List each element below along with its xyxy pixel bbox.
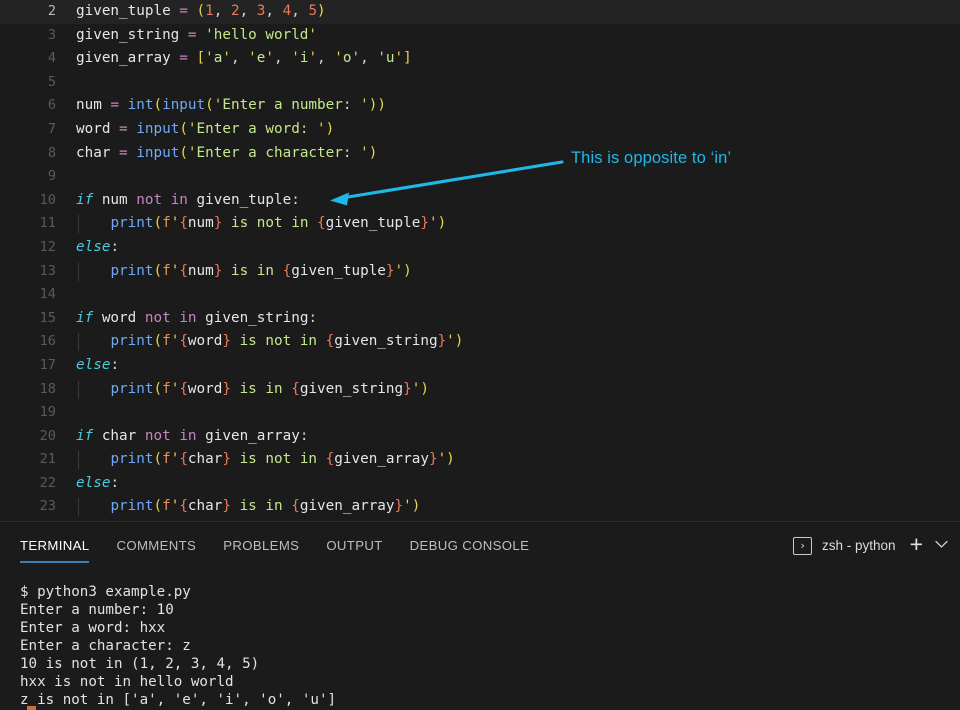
tab-label: TERMINAL <box>20 538 89 553</box>
tab-label: PROBLEMS <box>223 538 299 553</box>
line-number: 19 <box>0 401 56 425</box>
code-line[interactable]: 6 num = int(input('Enter a number: ')) <box>0 94 960 118</box>
line-number: 6 <box>0 94 56 118</box>
code-line[interactable]: 15 if word not in given_string: <box>0 307 960 331</box>
terminal-selector-label[interactable]: zsh - python <box>822 538 896 553</box>
line-number: 2 <box>0 0 56 24</box>
code-text: print(f'{num} is in {given_tuple}') <box>76 260 412 284</box>
code-line[interactable]: 14 <box>0 283 960 307</box>
tab-output[interactable]: OUTPUT <box>326 522 382 569</box>
line-number: 20 <box>0 425 56 449</box>
line-number: 11 <box>0 212 56 236</box>
vscode-window: 2 given_tuple = (1, 2, 3, 4, 5) 3 given_str… <box>0 0 960 709</box>
code-line[interactable]: 4 given_array = ['a', 'e', 'i', 'o', 'u'] <box>0 47 960 71</box>
code-text: else: <box>76 236 119 260</box>
line-number: 5 <box>0 71 56 95</box>
code-line[interactable]: 2 given_tuple = (1, 2, 3, 4, 5) <box>0 0 960 24</box>
code-line[interactable]: 3 given_string = 'hello world' <box>0 24 960 48</box>
tab-comments[interactable]: COMMENTS <box>116 522 196 569</box>
code-text: if char not in given_array: <box>76 425 308 449</box>
code-line[interactable]: 11 print(f'{num} is not in {given_tuple}… <box>0 212 960 236</box>
terminal-line: hxx is not in hello world <box>20 673 960 691</box>
terminal-line: z is not in ['a', 'e', 'i', 'o', 'u'] <box>20 691 960 709</box>
code-line[interactable]: 9 <box>0 165 960 189</box>
code-line[interactable]: 13 print(f'{num} is in {given_tuple}') <box>0 260 960 284</box>
code-text: given_tuple = (1, 2, 3, 4, 5) <box>76 0 326 24</box>
line-number: 8 <box>0 142 56 166</box>
panel-header: TERMINAL COMMENTS PROBLEMS OUTPUT DEBUG CONS… <box>0 522 960 569</box>
line-number: 15 <box>0 307 56 331</box>
line-number: 10 <box>0 189 56 213</box>
code-line[interactable]: 17 else: <box>0 354 960 378</box>
code-text: word = input('Enter a word: ') <box>76 118 334 142</box>
code-text: else: <box>76 472 119 496</box>
code-text: print(f'{word} is in {given_string}') <box>76 378 429 402</box>
tab-problems[interactable]: PROBLEMS <box>223 522 299 569</box>
code-text: print(f'{char} is not in {given_array}') <box>76 448 455 472</box>
code-text: num = int(input('Enter a number: ')) <box>76 94 386 118</box>
line-number: 16 <box>0 330 56 354</box>
code-line[interactable]: 21 print(f'{char} is not in {given_array… <box>0 448 960 472</box>
code-line[interactable]: 12 else: <box>0 236 960 260</box>
code-editor[interactable]: 2 given_tuple = (1, 2, 3, 4, 5) 3 given_str… <box>0 0 960 521</box>
line-number: 9 <box>0 165 56 189</box>
code-text: if num not in given_tuple: <box>76 189 300 213</box>
terminal-cursor <box>27 706 36 710</box>
code-line[interactable]: 5 <box>0 71 960 95</box>
line-number: 17 <box>0 354 56 378</box>
line-number: 13 <box>0 260 56 284</box>
line-number: 4 <box>0 47 56 71</box>
code-line[interactable]: 8 char = input('Enter a character: ') <box>0 142 960 166</box>
line-number: 3 <box>0 24 56 48</box>
add-terminal-button[interactable]: + <box>910 533 923 556</box>
chevron-down-glyph <box>935 540 948 549</box>
code-text: print(f'{char} is in {given_array}') <box>76 495 420 519</box>
code-line[interactable]: 22 else: <box>0 472 960 496</box>
terminal-chevron-icon: › <box>793 537 812 555</box>
terminal-line: 10 is not in (1, 2, 3, 4, 5) <box>20 655 960 673</box>
terminal-line: $ python3 example.py <box>20 583 960 601</box>
tab-label: OUTPUT <box>326 538 382 553</box>
tab-label: COMMENTS <box>116 538 196 553</box>
code-text: char = input('Enter a character: ') <box>76 142 377 166</box>
line-number: 12 <box>0 236 56 260</box>
code-line[interactable]: 20 if char not in given_array: <box>0 425 960 449</box>
code-text: given_string = 'hello world' <box>76 24 317 48</box>
code-text: print(f'{num} is not in {given_tuple}') <box>76 212 446 236</box>
terminal-line: Enter a character: z <box>20 637 960 655</box>
panel-actions: › zsh - python + <box>793 522 948 569</box>
code-text: given_array = ['a', 'e', 'i', 'o', 'u'] <box>76 47 412 71</box>
panel-tab-list: TERMINAL COMMENTS PROBLEMS OUTPUT DEBUG CONS… <box>20 522 529 569</box>
code-line[interactable]: 23 print(f'{char} is in {given_array}') <box>0 495 960 519</box>
code-text: if word not in given_string: <box>76 307 317 331</box>
tab-terminal[interactable]: TERMINAL <box>20 522 89 569</box>
code-line[interactable]: 16 print(f'{word} is not in {given_strin… <box>0 330 960 354</box>
code-line-list: 2 given_tuple = (1, 2, 3, 4, 5) 3 given_str… <box>0 0 960 521</box>
terminal-line: Enter a number: 10 <box>20 601 960 619</box>
line-number: 14 <box>0 283 56 307</box>
terminal-line: Enter a word: hxx <box>20 619 960 637</box>
code-line[interactable]: 19 <box>0 401 960 425</box>
line-number: 22 <box>0 472 56 496</box>
tab-debug-console[interactable]: DEBUG CONSOLE <box>410 522 530 569</box>
terminal-line-list: $ python3 example.pyEnter a number: 10En… <box>20 583 960 709</box>
line-number: 18 <box>0 378 56 402</box>
terminal-output-area[interactable]: $ python3 example.pyEnter a number: 10En… <box>0 569 960 710</box>
code-line[interactable]: 10 if num not in given_tuple: <box>0 189 960 213</box>
terminal-chevron-glyph: › <box>799 540 806 551</box>
code-text: else: <box>76 354 119 378</box>
line-number: 23 <box>0 495 56 519</box>
line-number: 7 <box>0 118 56 142</box>
code-text: print(f'{word} is not in {given_string}'… <box>76 330 463 354</box>
line-number: 21 <box>0 448 56 472</box>
code-line[interactable]: 18 print(f'{word} is in {given_string}') <box>0 378 960 402</box>
bottom-panel: TERMINAL COMMENTS PROBLEMS OUTPUT DEBUG CONS… <box>0 521 960 710</box>
tab-label: DEBUG CONSOLE <box>410 538 530 553</box>
code-line[interactable]: 7 word = input('Enter a word: ') <box>0 118 960 142</box>
chevron-down-icon[interactable] <box>935 539 948 552</box>
